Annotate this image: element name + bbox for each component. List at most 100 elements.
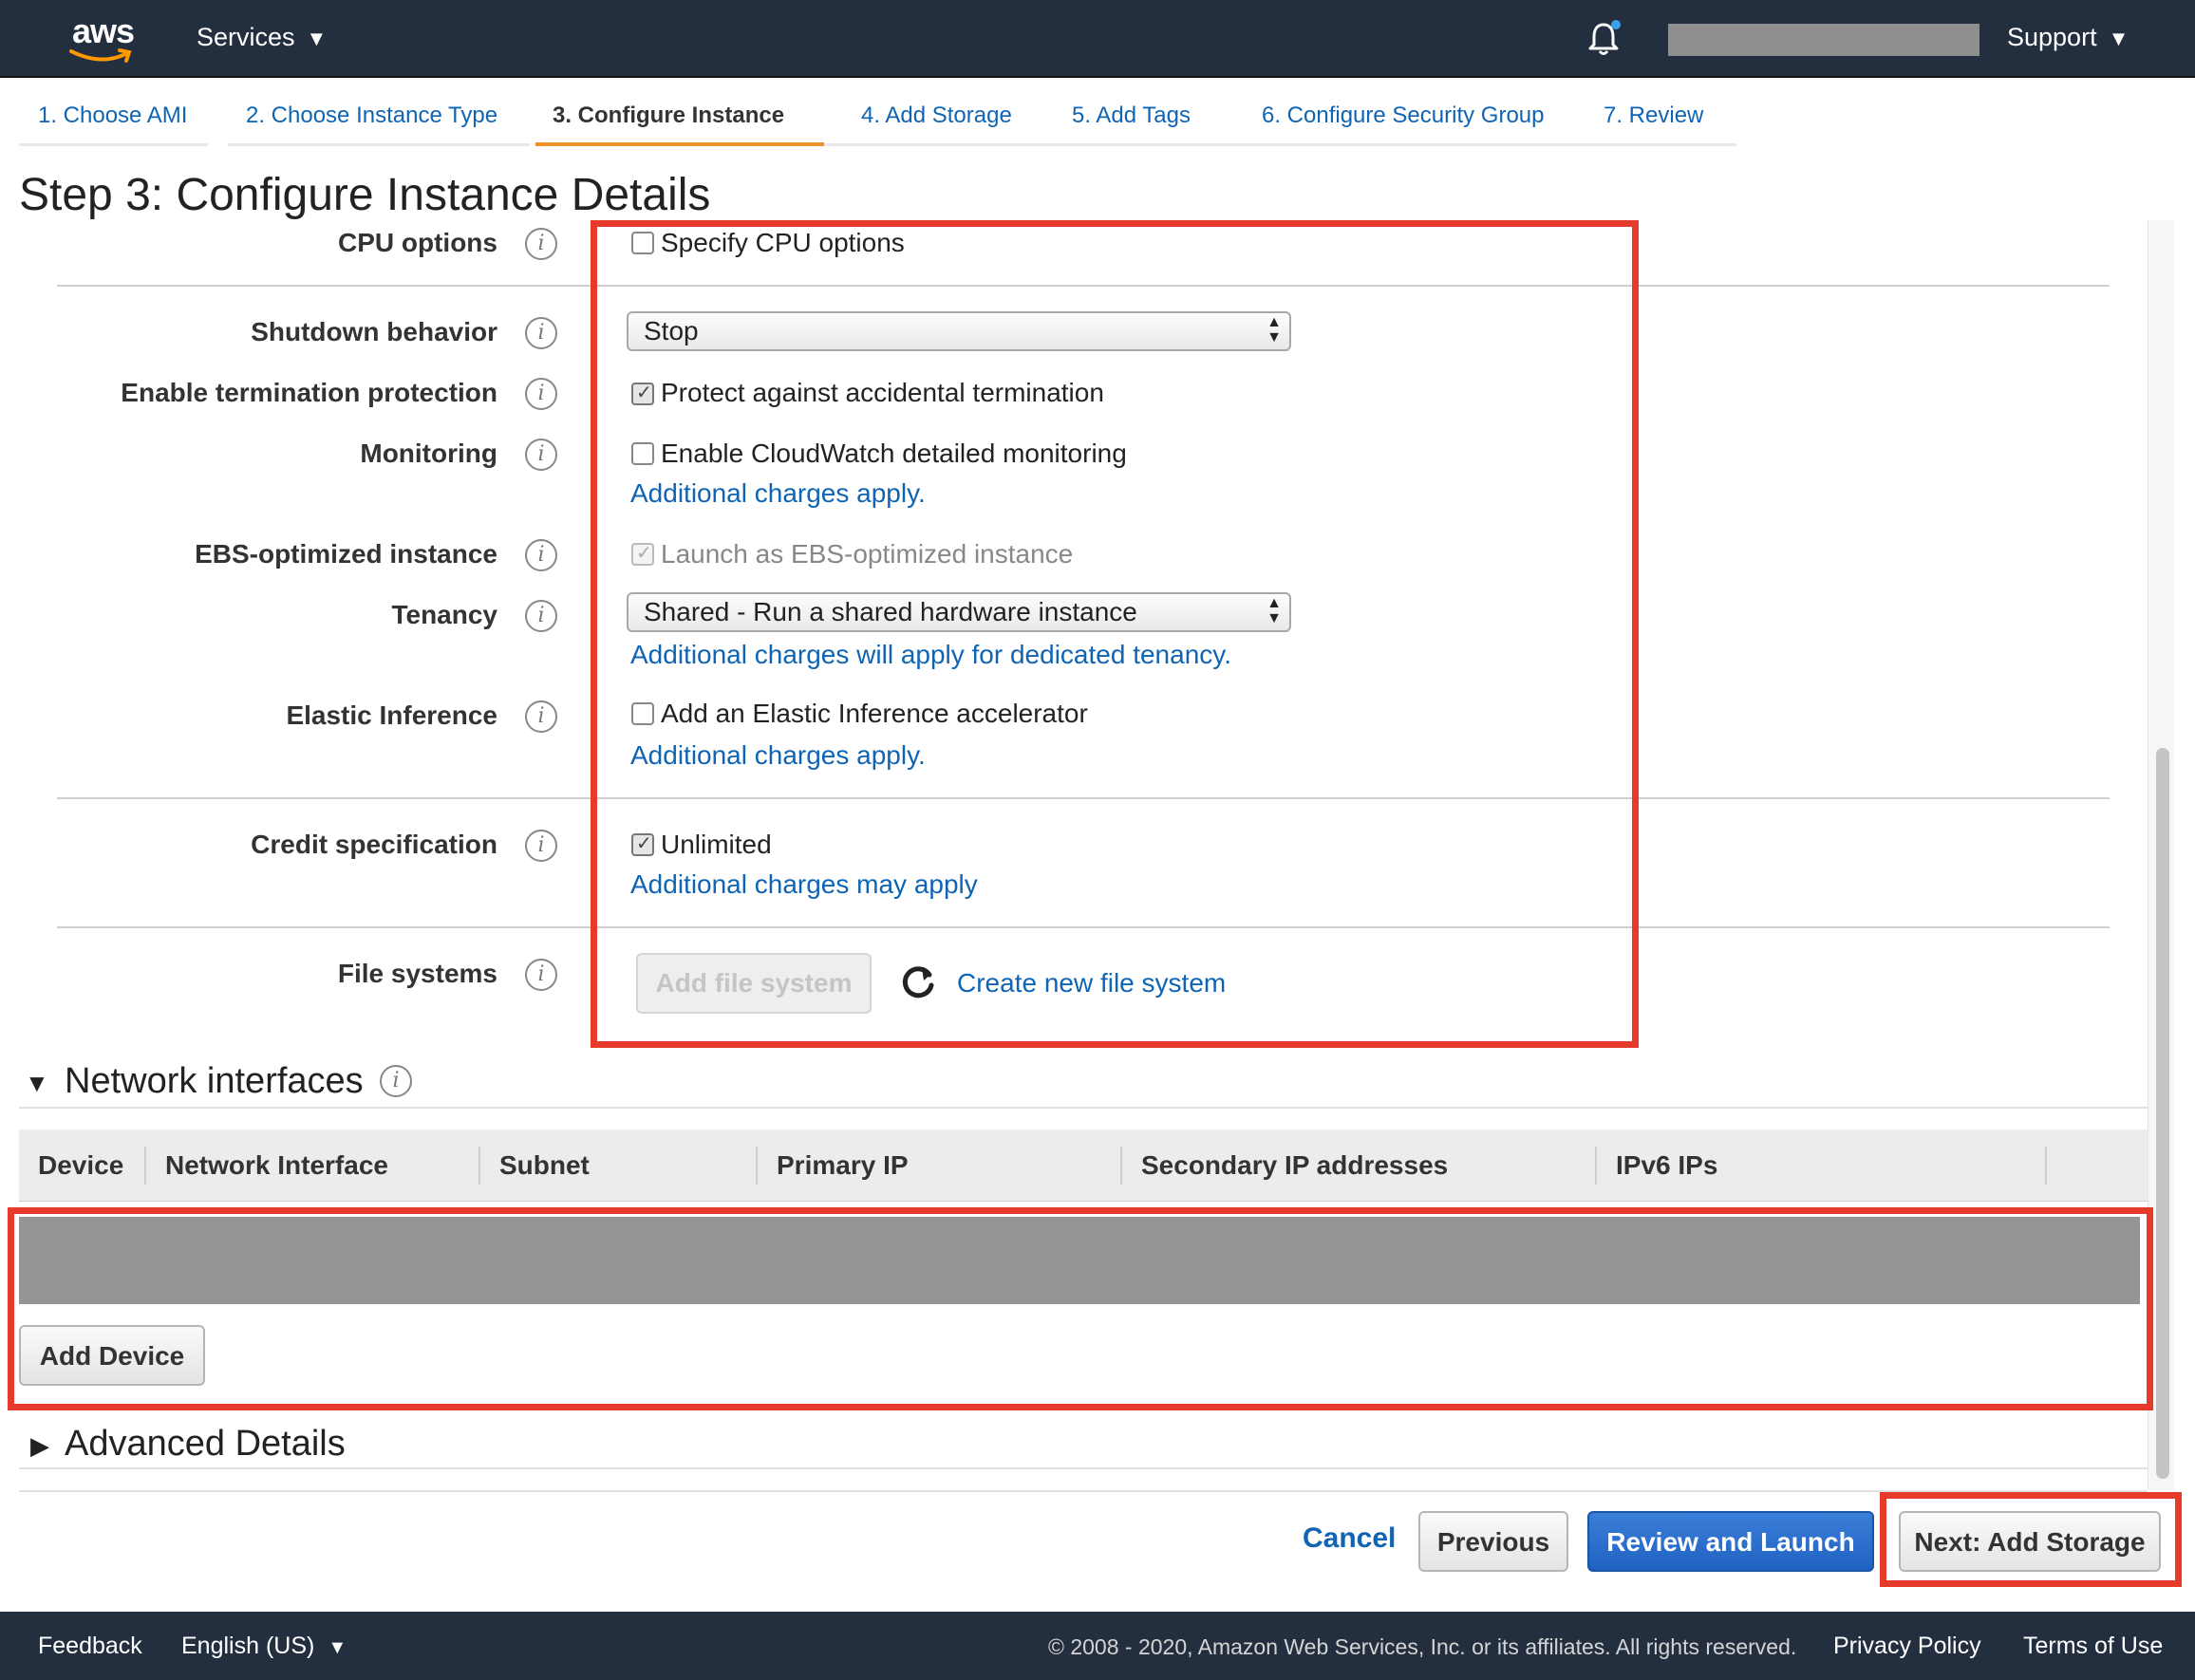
- specify-cpu-options-checkbox[interactable]: [631, 232, 654, 254]
- termination-protection-label: Enable termination protection: [121, 378, 497, 407]
- column-header-primary-ip: Primary IP: [777, 1150, 909, 1180]
- shutdown-behavior-select[interactable]: Stop ▲ ▼: [627, 311, 1291, 351]
- collapse-caret-icon[interactable]: ▼: [25, 1069, 49, 1098]
- cpu-options-label: CPU options: [338, 228, 497, 257]
- select-arrows-icon: ▲ ▼: [1266, 314, 1282, 345]
- ebs-optimized-label: EBS-optimized instance: [195, 539, 497, 569]
- next-add-storage-button[interactable]: Next: Add Storage: [1899, 1511, 2161, 1572]
- advanced-details-heading[interactable]: Advanced Details: [65, 1424, 346, 1465]
- cloudwatch-monitoring-checkbox[interactable]: [631, 442, 654, 465]
- termination-protection-text: Protect against accidental termination: [661, 378, 1104, 407]
- account-name-redacted[interactable]: [1668, 24, 1979, 56]
- support-label: Support: [2007, 23, 2097, 51]
- network-interfaces-table-header: Device Network Interface Subnet Primary …: [19, 1129, 2149, 1202]
- info-icon[interactable]: i: [525, 439, 557, 471]
- elastic-inference-text: Add an Elastic Inference accelerator: [661, 699, 1088, 728]
- tab-choose-ami[interactable]: 1. Choose AMI: [19, 91, 208, 146]
- network-interface-row-redacted[interactable]: [19, 1217, 2140, 1304]
- column-separator: [478, 1147, 480, 1185]
- services-label: Services: [197, 23, 295, 51]
- column-header-ipv6: IPv6 IPs: [1616, 1150, 1718, 1180]
- elastic-inference-checkbox[interactable]: [631, 702, 654, 725]
- column-header-subnet: Subnet: [499, 1150, 590, 1180]
- tenancy-select[interactable]: Shared - Run a shared hardware instance …: [627, 592, 1291, 632]
- caret-down-icon: ▼: [306, 27, 328, 50]
- section-divider: [19, 1467, 2148, 1469]
- add-device-button[interactable]: Add Device: [19, 1325, 205, 1386]
- credit-specification-label: Credit specification: [251, 830, 497, 859]
- refresh-icon[interactable]: [898, 962, 938, 1002]
- language-selector[interactable]: English (US) ▼: [181, 1633, 347, 1660]
- tenancy-value: Shared - Run a shared hardware instance: [644, 597, 1137, 626]
- column-separator: [1595, 1147, 1597, 1185]
- ebs-optimized-text: Launch as EBS-optimized instance: [661, 539, 1074, 569]
- info-icon[interactable]: i: [525, 539, 557, 571]
- previous-button[interactable]: Previous: [1418, 1511, 1568, 1572]
- privacy-policy-link[interactable]: Privacy Policy: [1833, 1633, 1981, 1660]
- cancel-link[interactable]: Cancel: [1303, 1522, 1396, 1555]
- cloudwatch-monitoring-text: Enable CloudWatch detailed monitoring: [661, 439, 1127, 468]
- column-separator: [756, 1147, 758, 1185]
- shutdown-behavior-label: Shutdown behavior: [251, 317, 497, 346]
- add-file-system-button: Add file system: [636, 953, 872, 1014]
- info-icon[interactable]: i: [525, 317, 557, 349]
- terms-of-use-link[interactable]: Terms of Use: [2023, 1633, 2163, 1660]
- tab-add-tags[interactable]: 5. Add Tags: [1034, 91, 1226, 146]
- unlimited-text: Unlimited: [661, 830, 772, 859]
- aws-logo-text: aws: [72, 11, 135, 50]
- notification-bell-icon[interactable]: [1584, 19, 1623, 59]
- section-divider: [57, 285, 2110, 287]
- info-icon[interactable]: i: [525, 830, 557, 862]
- info-icon[interactable]: i: [380, 1065, 412, 1097]
- tab-review[interactable]: 7. Review: [1566, 91, 1736, 146]
- monitoring-charges-link[interactable]: Additional charges apply.: [630, 478, 926, 509]
- tab-configure-instance[interactable]: 3. Configure Instance: [535, 91, 824, 146]
- review-and-launch-button[interactable]: Review and Launch: [1587, 1511, 1874, 1572]
- scrollbar-thumb[interactable]: [2156, 748, 2169, 1479]
- tenancy-label: Tenancy: [391, 600, 497, 629]
- page-title: Step 3: Configure Instance Details: [19, 170, 711, 220]
- info-icon[interactable]: i: [525, 378, 557, 410]
- footer: Feedback English (US) ▼ © 2008 - 2020, Am…: [0, 1612, 2195, 1680]
- specify-cpu-options-label: Specify CPU options: [661, 228, 905, 257]
- elastic-inference-label: Elastic Inference: [286, 700, 497, 730]
- info-icon[interactable]: i: [525, 228, 557, 260]
- tab-add-storage[interactable]: 4. Add Storage: [824, 91, 1034, 146]
- aws-smile-icon: [69, 48, 132, 63]
- termination-protection-checkbox[interactable]: [631, 381, 654, 405]
- support-menu[interactable]: Support ▼: [2007, 23, 2129, 52]
- aws-logo[interactable]: aws: [66, 11, 139, 65]
- column-header-device: Device: [38, 1150, 124, 1180]
- info-icon[interactable]: i: [525, 600, 557, 632]
- elastic-inference-charges-link[interactable]: Additional charges apply.: [630, 740, 926, 771]
- create-new-file-system-link[interactable]: Create new file system: [957, 968, 1226, 999]
- section-divider: [19, 1107, 2148, 1109]
- caret-down-icon: ▼: [2108, 27, 2129, 50]
- feedback-link[interactable]: Feedback: [38, 1633, 142, 1660]
- tab-choose-instance-type[interactable]: 2. Choose Instance Type: [228, 91, 530, 146]
- monitoring-label: Monitoring: [360, 439, 497, 468]
- shutdown-behavior-value: Stop: [644, 316, 699, 345]
- column-separator: [2045, 1147, 2047, 1185]
- section-divider: [19, 1490, 2148, 1492]
- credit-charges-link[interactable]: Additional charges may apply: [630, 869, 978, 900]
- column-separator: [144, 1147, 146, 1185]
- tab-configure-security-group[interactable]: 6. Configure Security Group: [1226, 91, 1566, 146]
- unlimited-checkbox[interactable]: [631, 831, 654, 856]
- network-interfaces-heading[interactable]: Network interfaces: [65, 1061, 364, 1102]
- file-systems-label: File systems: [337, 959, 497, 988]
- caret-down-icon: ▼: [328, 1637, 347, 1658]
- top-navigation-bar: aws Services ▼ Support ▼: [0, 0, 2195, 78]
- info-icon[interactable]: i: [525, 700, 557, 733]
- dedicated-tenancy-link[interactable]: Additional charges will apply for dedica…: [630, 640, 1231, 670]
- language-label: English (US): [181, 1633, 315, 1659]
- copyright-text: © 2008 - 2020, Amazon Web Services, Inc.…: [1048, 1634, 1797, 1659]
- services-menu[interactable]: Services ▼: [197, 23, 327, 52]
- select-arrows-icon: ▲ ▼: [1266, 595, 1282, 626]
- column-header-network-interface: Network Interface: [165, 1150, 388, 1180]
- section-divider: [57, 926, 2110, 928]
- section-divider: [57, 797, 2110, 799]
- expand-caret-icon[interactable]: ▶: [30, 1431, 49, 1461]
- column-header-secondary-ip: Secondary IP addresses: [1141, 1150, 1449, 1180]
- info-icon[interactable]: i: [525, 959, 557, 991]
